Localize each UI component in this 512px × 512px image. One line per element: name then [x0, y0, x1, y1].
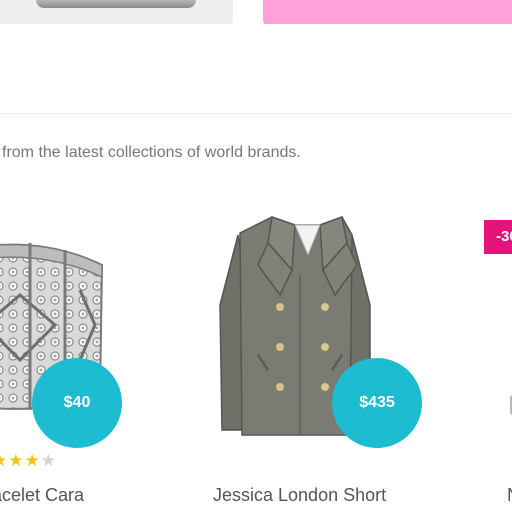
sale-badge: -30: [484, 220, 512, 254]
product-name[interactable]: N: [507, 485, 512, 506]
promo-banner-left[interactable]: [0, 0, 233, 24]
product-card[interactable]: $435 Jessica London Short: [180, 195, 430, 512]
star-empty-icon: ★: [40, 451, 57, 470]
promo-banner-right[interactable]: [263, 0, 512, 24]
section-subtitle: from the latest collections of world bra…: [2, 144, 301, 161]
product-listing-page: from the latest collections of world bra…: [0, 0, 512, 512]
product-card[interactable]: -30 N: [470, 195, 512, 512]
star-filled-icon: ★: [24, 451, 41, 470]
product-name[interactable]: acelet Cara: [0, 485, 84, 506]
star-filled-icon: ★: [8, 451, 25, 470]
banner-product-image: [36, 0, 196, 8]
rating-stars: ★★★★: [0, 451, 57, 471]
price-badge: $435: [332, 358, 422, 448]
price-badge: $40: [32, 358, 122, 448]
product-name[interactable]: Jessica London Short: [213, 485, 386, 506]
star-filled-icon: ★: [0, 451, 8, 470]
section-divider: [0, 113, 512, 114]
product-card[interactable]: $40 ★★★★ acelet Cara: [0, 195, 125, 512]
